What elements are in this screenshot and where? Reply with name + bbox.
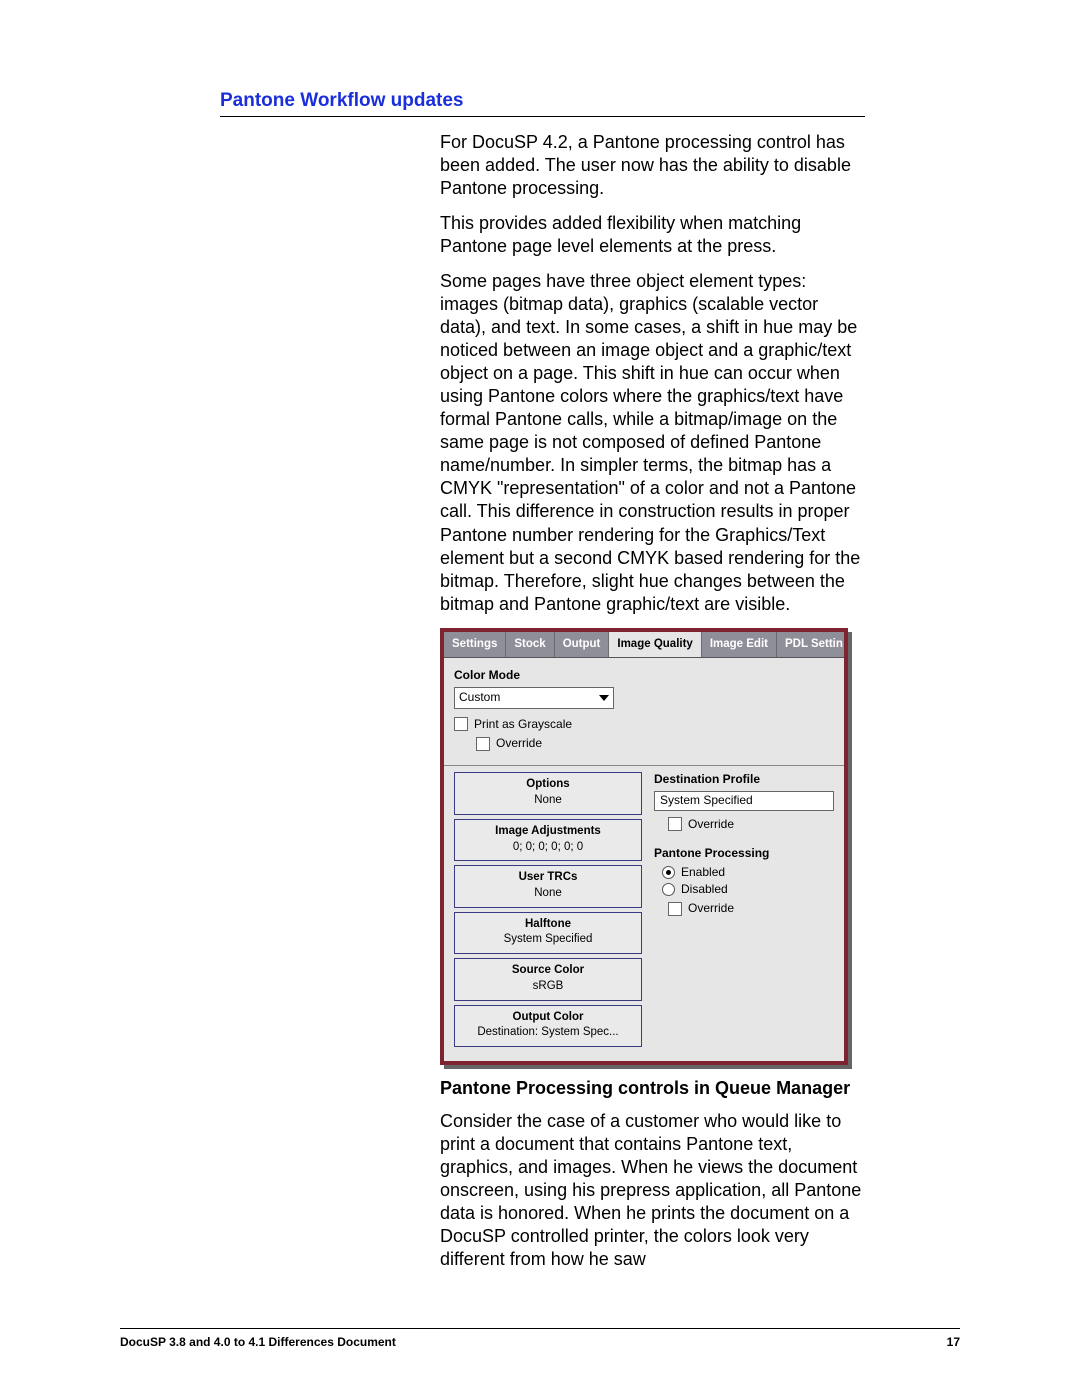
- options-column: Options None Image Adjustments 0; 0; 0; …: [454, 772, 642, 1051]
- image-adjustments-cell[interactable]: Image Adjustments 0; 0; 0; 0; 0; 0: [454, 819, 642, 861]
- queue-manager-dialog: Settings Stock Output Image Quality Imag…: [440, 628, 848, 1065]
- profile-column: Destination Profile System Specified Ove…: [654, 772, 834, 1051]
- destination-profile-field[interactable]: System Specified: [654, 791, 834, 811]
- radio-label: Disabled: [681, 882, 728, 897]
- options-cell[interactable]: Options None: [454, 772, 642, 814]
- pantone-processing-label: Pantone Processing: [654, 846, 834, 861]
- color-mode-label: Color Mode: [454, 668, 834, 683]
- checkbox-icon: [454, 717, 468, 731]
- tab-stock[interactable]: Stock: [506, 632, 554, 658]
- halftone-cell[interactable]: Halftone System Specified: [454, 912, 642, 954]
- cell-header: Halftone: [461, 917, 635, 932]
- figure-caption: Pantone Processing controls in Queue Man…: [440, 1077, 865, 1100]
- paragraph: For DocuSP 4.2, a Pantone processing con…: [440, 131, 865, 200]
- color-mode-select[interactable]: Custom: [454, 687, 614, 709]
- radio-icon: [662, 866, 675, 879]
- paragraph: Consider the case of a customer who woul…: [440, 1110, 865, 1271]
- destination-profile-label: Destination Profile: [654, 772, 834, 787]
- cell-header: Source Color: [461, 963, 635, 978]
- checkbox-icon: [668, 817, 682, 831]
- checkbox-icon: [668, 902, 682, 916]
- print-grayscale-label: Print as Grayscale: [474, 717, 572, 732]
- dialog-tabs: Settings Stock Output Image Quality Imag…: [444, 632, 844, 659]
- color-mode-value: Custom: [459, 690, 500, 705]
- destination-override-checkbox[interactable]: Override: [668, 817, 834, 832]
- footer-left: DocuSP 3.8 and 4.0 to 4.1 Differences Do…: [120, 1335, 396, 1349]
- pantone-enabled-radio[interactable]: Enabled: [662, 865, 834, 880]
- cell-value: 0; 0; 0; 0; 0; 0: [461, 840, 635, 855]
- section-title: Pantone Workflow updates: [220, 90, 865, 117]
- page-footer: DocuSP 3.8 and 4.0 to 4.1 Differences Do…: [120, 1328, 960, 1349]
- radio-label: Enabled: [681, 865, 725, 880]
- pantone-disabled-radio[interactable]: Disabled: [662, 882, 834, 897]
- source-color-cell[interactable]: Source Color sRGB: [454, 958, 642, 1000]
- dialog-lower-panel: Options None Image Adjustments 0; 0; 0; …: [444, 766, 844, 1061]
- cell-value: System Specified: [461, 932, 635, 947]
- checkbox-icon: [476, 737, 490, 751]
- cell-value: sRGB: [461, 979, 635, 994]
- chevron-down-icon: [599, 695, 609, 701]
- destination-profile-value: System Specified: [660, 793, 753, 808]
- user-trcs-cell[interactable]: User TRCs None: [454, 865, 642, 907]
- cell-value: None: [461, 793, 635, 808]
- pantone-override-checkbox[interactable]: Override: [668, 901, 834, 916]
- cell-value: Destination: System Spec...: [461, 1025, 635, 1040]
- dialog-upper-panel: Color Mode Custom Print as Grayscale Ove…: [444, 658, 844, 766]
- tab-output[interactable]: Output: [555, 632, 610, 658]
- paragraph: This provides added flexibility when mat…: [440, 212, 865, 258]
- body-column: For DocuSP 4.2, a Pantone processing con…: [440, 131, 865, 1271]
- tab-image-edit[interactable]: Image Edit: [702, 632, 777, 658]
- override-label: Override: [688, 817, 734, 832]
- override-label: Override: [688, 901, 734, 916]
- footer-page-number: 17: [947, 1335, 960, 1349]
- paragraph: Some pages have three object element typ…: [440, 270, 865, 615]
- output-color-cell[interactable]: Output Color Destination: System Spec...: [454, 1005, 642, 1047]
- cell-header: Output Color: [461, 1010, 635, 1025]
- cell-header: Options: [461, 777, 635, 792]
- cell-header: Image Adjustments: [461, 824, 635, 839]
- print-grayscale-checkbox[interactable]: Print as Grayscale: [454, 717, 834, 732]
- tab-settings[interactable]: Settings: [444, 632, 506, 658]
- cell-value: None: [461, 886, 635, 901]
- radio-icon: [662, 883, 675, 896]
- cell-header: User TRCs: [461, 870, 635, 885]
- tab-pdl-settings[interactable]: PDL Settin: [777, 632, 851, 658]
- override-label: Override: [496, 736, 542, 751]
- override-checkbox[interactable]: Override: [476, 736, 834, 751]
- document-page: Pantone Workflow updates For DocuSP 4.2,…: [0, 0, 1080, 1397]
- tab-image-quality[interactable]: Image Quality: [609, 632, 701, 658]
